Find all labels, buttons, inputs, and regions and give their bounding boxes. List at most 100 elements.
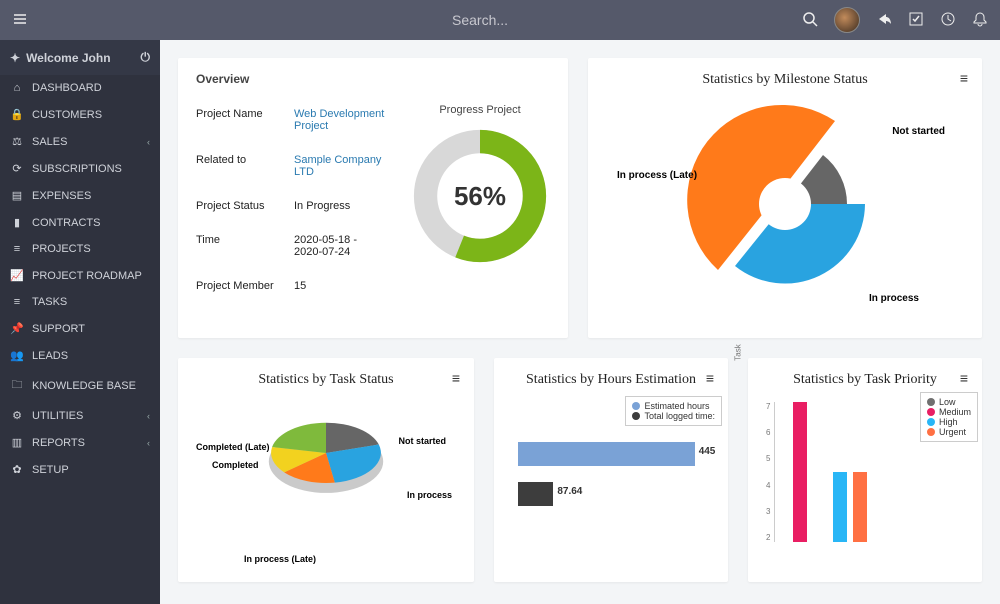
field-label: Project Status <box>196 200 288 212</box>
sidebar-item-label: EXPENSES <box>32 190 91 202</box>
card-menu-icon[interactable]: ≡ <box>960 70 968 86</box>
list-icon: ≡ <box>10 296 24 308</box>
field-label: Project Member <box>196 280 288 292</box>
sidebar-item-expenses[interactable]: ▤EXPENSES <box>0 182 160 209</box>
sidebar-item-tasks[interactable]: ≡ TASKS <box>0 289 160 315</box>
sidebar-item-utilities[interactable]: ⚙UTILITIES‹ <box>0 402 160 429</box>
sidebar-item-label: SUPPORT <box>32 323 85 335</box>
tp-compl-late: Completed (Late) <box>196 442 270 452</box>
sidebar: ✦ Welcome John ⏻ ⌂ DASHBOARD 🔒 CUSTOMERS ⚖… <box>0 40 160 604</box>
sidebar-item-label: SALES <box>32 136 67 148</box>
sidebar-item-label: KNOWLEDGE BASE <box>32 380 136 392</box>
card-menu-icon[interactable]: ≡ <box>960 370 968 386</box>
tp-late: In process (Late) <box>244 554 316 564</box>
sidebar-item-roadmap[interactable]: 📈 PROJECT ROADMAP <box>0 262 160 289</box>
tp-compl: Completed <box>212 460 259 470</box>
sidebar-item-projects[interactable]: ≡PROJECTS <box>0 236 160 262</box>
hours-title: Statistics by Hours Estimation <box>512 372 710 388</box>
sidebar-item-setup[interactable]: ✿ SETUP <box>0 456 160 483</box>
chart-icon: 📈 <box>10 269 24 282</box>
main-content: Overview Project Name Web Development Pr… <box>160 40 1000 604</box>
time-value: 2020-05-18 - 2020-07-24 <box>294 234 386 258</box>
sidebar-item-label: SETUP <box>32 464 69 476</box>
ms-label-notstarted: Not started <box>892 126 945 137</box>
overview-title: Overview <box>196 72 550 86</box>
ms-label-late: In process (Late) <box>617 170 697 181</box>
chevron-left-icon: ‹ <box>147 137 150 147</box>
cog-icon: ✿ <box>10 463 24 476</box>
sidebar-item-subscriptions[interactable]: ⟳SUBSCRIPTIONS <box>0 155 160 182</box>
related-to-link[interactable]: Sample Company LTD <box>294 154 386 178</box>
search-input[interactable] <box>452 12 712 28</box>
bar-high <box>833 472 847 542</box>
users-icon: 👥 <box>10 349 24 362</box>
sidebar-item-label: SUBSCRIPTIONS <box>32 163 122 175</box>
avatar[interactable] <box>834 7 860 33</box>
card-menu-icon[interactable]: ≡ <box>706 370 714 386</box>
sidebar-item-label: PROJECT ROADMAP <box>32 270 142 282</box>
priority-card: Statistics by Task Priority ≡ Low Medium… <box>748 358 982 582</box>
header-icons <box>802 7 988 33</box>
task-status-title: Statistics by Task Status <box>196 372 456 388</box>
tasks-icon[interactable] <box>908 11 924 30</box>
sidebar-item-reports[interactable]: ▥REPORTS‹ <box>0 429 160 456</box>
milestone-chart: Not started In process In process (Late) <box>625 94 945 324</box>
field-label: Project Name <box>196 108 288 132</box>
sidebar-item-dashboard[interactable]: ⌂ DASHBOARD <box>0 75 160 101</box>
field-label: Related to <box>196 154 288 178</box>
bar-urgent <box>853 472 867 542</box>
power-icon[interactable]: ⏻ <box>141 50 151 65</box>
member-value: 15 <box>294 280 386 292</box>
pin-icon: 📌 <box>10 322 24 335</box>
priority-chart: Task 7 6 5 4 3 2 <box>766 388 964 542</box>
milestone-card: Statistics by Milestone Status ≡ <box>588 58 982 338</box>
sidebar-item-label: REPORTS <box>32 437 85 449</box>
progress-percent: 56% <box>410 126 550 266</box>
bell-icon[interactable] <box>972 11 988 30</box>
tp-inproc: In process <box>407 490 452 500</box>
task-status-chart: Completed (Late) Completed In process (L… <box>196 398 456 568</box>
card-menu-icon[interactable]: ≡ <box>452 370 460 386</box>
sidebar-item-sales[interactable]: ⚖ SALES ‹ <box>0 128 160 155</box>
sidebar-item-label: DASHBOARD <box>32 82 102 94</box>
share-icon: ⚙ <box>10 409 24 422</box>
task-status-card: Statistics by Task Status ≡ Complet <box>178 358 474 582</box>
overview-card: Overview Project Name Web Development Pr… <box>178 58 568 338</box>
home-icon: ⌂ <box>10 82 24 94</box>
progress-donut: 56% <box>410 126 550 266</box>
bar-medium <box>793 402 807 542</box>
chevron-left-icon: ‹ <box>147 438 150 448</box>
sidebar-welcome: ✦ Welcome John ⏻ <box>0 40 160 75</box>
folder-icon: 🗀 <box>10 376 24 395</box>
axis-label: Task <box>734 344 743 360</box>
project-name-link[interactable]: Web Development Project <box>294 108 386 132</box>
sidebar-item-label: PROJECTS <box>32 243 91 255</box>
sidebar-item-label: CONTRACTS <box>32 217 100 229</box>
y-axis: 7 6 5 4 3 2 <box>766 402 774 542</box>
menu-toggle-icon[interactable] <box>12 11 32 30</box>
lock-icon: 🔒 <box>10 108 24 121</box>
chevron-left-icon: ‹ <box>147 411 150 421</box>
tp-notstarted: Not started <box>398 436 446 446</box>
bar-estimated: 445 <box>518 442 695 466</box>
priority-title: Statistics by Task Priority <box>766 372 964 388</box>
search-icon[interactable] <box>802 11 818 30</box>
field-label: Time <box>196 234 288 258</box>
sidebar-item-support[interactable]: 📌 SUPPORT <box>0 315 160 342</box>
sidebar-item-label: LEADS <box>32 350 68 362</box>
sidebar-item-customers[interactable]: 🔒 CUSTOMERS <box>0 101 160 128</box>
sidebar-item-leads[interactable]: 👥 LEADS <box>0 342 160 369</box>
clock-icon[interactable] <box>940 11 956 30</box>
overview-fields: Project Name Web Development Project Rel… <box>196 104 386 292</box>
sidebar-item-kb[interactable]: 🗀 KNOWLEDGE BASE <box>0 369 160 402</box>
milestone-title: Statistics by Milestone Status <box>606 72 964 88</box>
hours-legend: Estimated hours Total logged time: <box>625 396 722 426</box>
sidebar-item-label: CUSTOMERS <box>32 109 102 121</box>
search-box <box>452 12 802 28</box>
sidebar-item-label: TASKS <box>32 296 67 308</box>
scale-icon: ⚖ <box>10 135 24 148</box>
share-icon[interactable] <box>876 11 892 30</box>
progress-label: Progress Project <box>410 104 550 116</box>
sidebar-item-contracts[interactable]: ▮CONTRACTS <box>0 209 160 236</box>
progress-wrap: Progress Project 56% <box>410 104 550 292</box>
